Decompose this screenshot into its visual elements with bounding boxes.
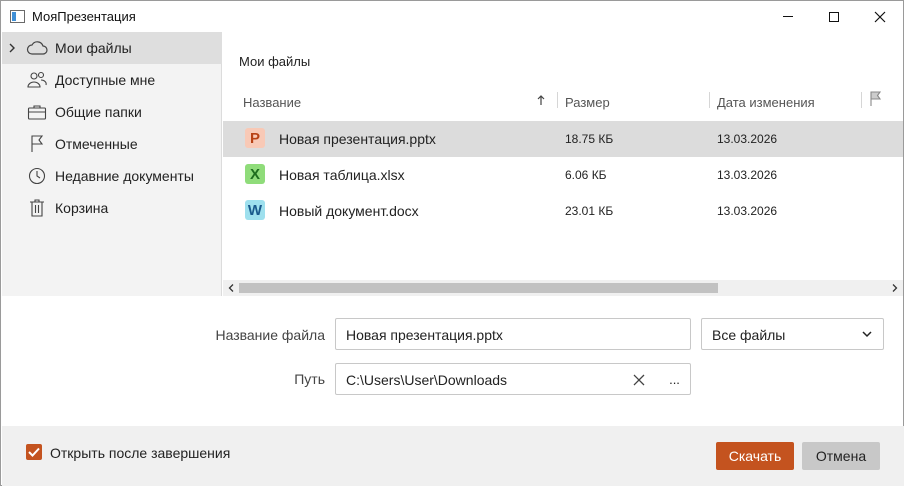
sidebar-item-flagged[interactable]: Отмеченные (2, 128, 222, 160)
sidebar-item-recent[interactable]: Недавние документы (2, 160, 222, 192)
chevron-down-icon (862, 331, 872, 338)
sidebar-item-label: Отмеченные (55, 136, 138, 152)
close-icon (874, 11, 886, 22)
minimize-button[interactable] (765, 1, 811, 32)
clear-icon[interactable] (632, 373, 646, 387)
file-type-select[interactable]: Все файлы (701, 318, 884, 350)
presentation-file-icon: P (245, 128, 265, 148)
open-after-label[interactable]: Открыть после завершения (50, 445, 230, 461)
file-list-panel: Мои файлы Название Размер Дата изменения… (223, 32, 903, 296)
clock-icon (26, 166, 48, 186)
path-label: Путь (294, 371, 325, 387)
open-after-checkbox[interactable] (26, 444, 42, 460)
sort-ascending-icon[interactable] (536, 94, 546, 106)
file-type-value: Все файлы (712, 327, 786, 343)
filename-label: Название файла (215, 327, 325, 343)
filename-value: Новая презентация.pptx (346, 327, 503, 343)
column-divider[interactable] (861, 92, 862, 108)
window-title: МояПрезентация (32, 9, 136, 24)
filename-input[interactable]: Новая презентация.pptx (335, 318, 691, 350)
file-row[interactable]: W Новый документ.docx 23.01 КБ 13.03.202… (223, 193, 903, 229)
file-size: 23.01 КБ (565, 204, 614, 218)
spreadsheet-file-icon: X (245, 164, 265, 184)
file-name: Новый документ.docx (279, 203, 419, 219)
column-divider[interactable] (709, 92, 710, 108)
sidebar-item-label: Недавние документы (55, 168, 194, 184)
dialog-footer: Открыть после завершения Скачать Отмена (2, 426, 904, 486)
checkmark-icon (28, 447, 40, 457)
column-divider[interactable] (557, 92, 558, 108)
chevron-left-icon (228, 284, 234, 292)
minimize-icon (783, 16, 793, 17)
scroll-right-button[interactable] (889, 282, 901, 294)
close-button[interactable] (857, 1, 903, 32)
sidebar-item-label: Доступные мне (55, 72, 156, 88)
column-header-size[interactable]: Размер (565, 95, 610, 110)
sidebar: Мои файлы Доступные мне Общие папки Отме… (2, 32, 222, 296)
file-row[interactable]: P Новая презентация.pptx 18.75 КБ 13.03.… (223, 121, 903, 157)
file-size: 18.75 КБ (565, 132, 614, 146)
users-icon (26, 70, 48, 90)
sidebar-item-shared-with-me[interactable]: Доступные мне (2, 64, 222, 96)
title-bar[interactable]: МояПрезентация (1, 1, 903, 32)
sidebar-item-label: Мои файлы (55, 40, 132, 56)
file-date: 13.03.2026 (717, 204, 778, 218)
app-window-icon (10, 10, 25, 23)
file-name: Новая таблица.xlsx (279, 167, 405, 183)
cancel-button[interactable]: Отмена (802, 442, 880, 470)
document-file-icon: W (245, 200, 265, 220)
chevron-right-icon (892, 284, 898, 292)
scroll-left-button[interactable] (225, 282, 237, 294)
scrollbar-thumb[interactable] (239, 283, 718, 293)
file-date: 13.03.2026 (717, 168, 778, 182)
path-value: C:\Users\User\Downloads (346, 372, 508, 388)
browse-button[interactable]: ... (659, 363, 691, 395)
column-header-modified[interactable]: Дата изменения (717, 95, 815, 110)
column-header-name[interactable]: Название (243, 95, 301, 110)
sidebar-item-label: Корзина (55, 200, 109, 216)
maximize-icon (829, 11, 839, 22)
maximize-button[interactable] (811, 1, 857, 32)
sidebar-item-my-files[interactable]: Мои файлы (2, 32, 222, 64)
flag-column-icon[interactable] (869, 91, 883, 107)
trash-icon (26, 198, 48, 218)
flag-icon (26, 134, 48, 154)
file-size: 6.06 КБ (565, 168, 607, 182)
cloud-icon (26, 38, 48, 58)
briefcase-icon (26, 102, 48, 122)
chevron-right-icon[interactable] (8, 42, 16, 54)
file-name: Новая презентация.pptx (279, 131, 436, 147)
folder-title: Мои файлы (239, 54, 311, 69)
download-button[interactable]: Скачать (716, 442, 794, 470)
path-input[interactable]: C:\Users\User\Downloads (335, 363, 660, 395)
file-date: 13.03.2026 (717, 132, 778, 146)
sidebar-item-shared-folders[interactable]: Общие папки (2, 96, 222, 128)
sidebar-item-label: Общие папки (55, 104, 142, 120)
save-dialog-window: МояПрезентация Мои файлы Доступные мне О… (0, 0, 904, 486)
horizontal-scrollbar[interactable] (223, 280, 903, 296)
sidebar-item-trash[interactable]: Корзина (2, 192, 222, 224)
file-row[interactable]: X Новая таблица.xlsx 6.06 КБ 13.03.2026 (223, 157, 903, 193)
